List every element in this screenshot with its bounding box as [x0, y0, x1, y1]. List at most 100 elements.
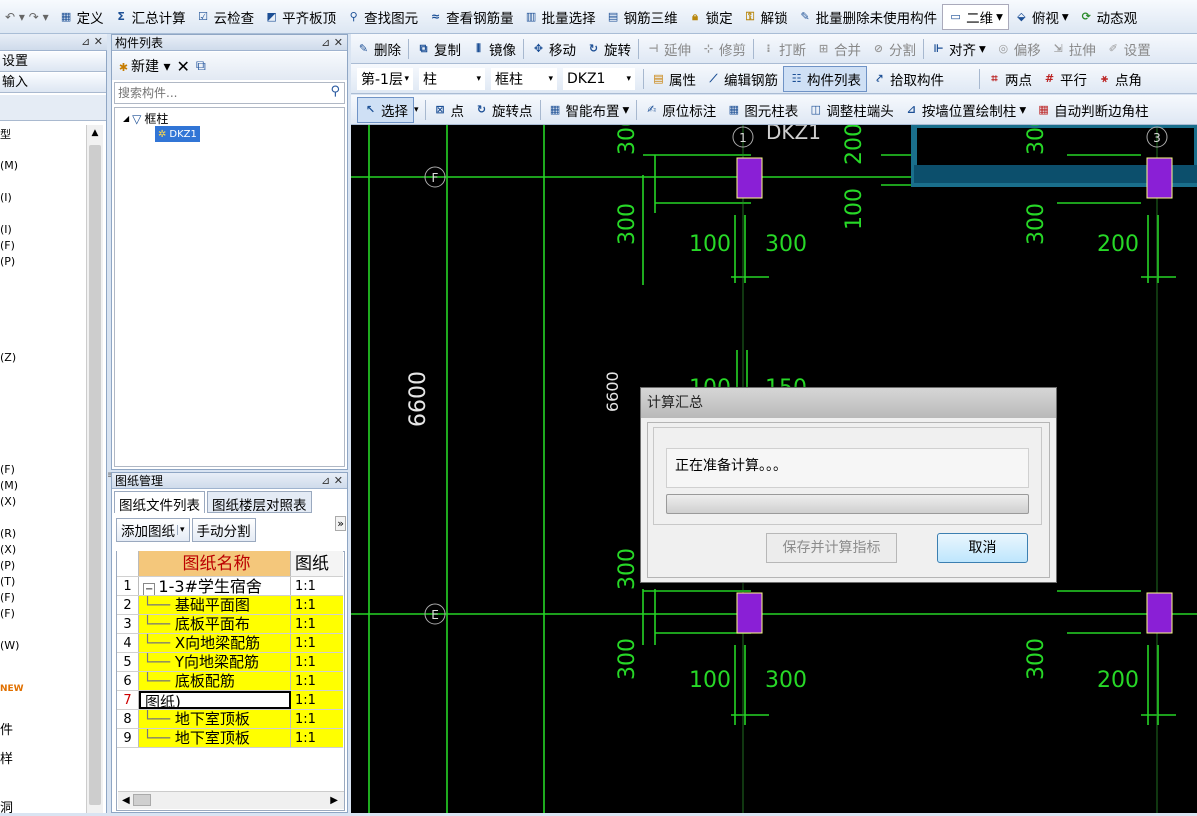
- point-angle-button[interactable]: ⚹ 点角: [1092, 66, 1147, 92]
- add-drawing-button[interactable]: 添加图纸 ▾: [116, 518, 190, 542]
- dropdown-arrow-icon[interactable]: ▾: [177, 525, 185, 535]
- left-panel-controls[interactable]: ⊿ ✕: [81, 34, 103, 50]
- column-table-button[interactable]: ▦ 图元柱表: [721, 97, 803, 123]
- type-select[interactable]: 柱 ▾: [419, 67, 485, 90]
- copy-button[interactable]: ⧉ 复制: [411, 36, 466, 62]
- col-header-name[interactable]: 图纸名称: [139, 551, 291, 576]
- manual-split-button[interactable]: 手动分割: [191, 518, 256, 542]
- collapse-box-icon[interactable]: −: [143, 583, 156, 595]
- col-header-page[interactable]: 图纸: [291, 551, 343, 576]
- delete-button[interactable]: ✎ 删除: [351, 36, 406, 62]
- tree-label[interactable]: (R): [0, 527, 16, 540]
- split-button[interactable]: ⊘ 分割: [866, 36, 921, 62]
- more-tools-icon[interactable]: »: [335, 516, 346, 531]
- search-icon[interactable]: ⚲: [330, 84, 340, 99]
- align-slab-top-button[interactable]: ◩ 平齐板顶: [259, 4, 341, 30]
- left-scrollbar[interactable]: ▲: [86, 125, 103, 813]
- select-dropdown-arrow[interactable]: ▾: [414, 105, 419, 115]
- table-row[interactable]: 1−1-3#学生宿舍 1:1: [117, 577, 343, 596]
- smart-layout-dropdown[interactable]: ▦ 智能布置 ▾: [543, 97, 635, 123]
- tree-label[interactable]: (P): [0, 559, 15, 572]
- top-view-dropdown[interactable]: ⬙ 俯视 ▾: [1009, 4, 1074, 30]
- save-calc-button[interactable]: 保存并计算指标: [766, 533, 897, 563]
- tree-label[interactable]: (I): [0, 191, 12, 204]
- tree-label[interactable]: 型: [0, 126, 11, 142]
- move-button[interactable]: ✥ 移动: [526, 36, 581, 62]
- tree-label[interactable]: 洞: [0, 797, 13, 816]
- new-component-button[interactable]: ✱ 新建 ▾: [116, 56, 171, 76]
- select-button[interactable]: ↖ 选择: [357, 96, 414, 123]
- tree-label[interactable]: (F): [0, 591, 15, 604]
- settings-button[interactable]: ✐ 设置: [1101, 36, 1156, 62]
- tree-label[interactable]: (T): [0, 575, 15, 588]
- tree-label[interactable]: (X): [0, 543, 16, 556]
- tree-node-dkz1[interactable]: ✲ DKZ1: [155, 126, 200, 142]
- summary-calc-button[interactable]: Σ 汇总计算: [109, 4, 191, 30]
- cad-canvas[interactable]: 1 3 F E DKZ1 100 300 200 100 300 200 100…: [351, 125, 1197, 813]
- tree-label[interactable]: (F): [0, 463, 15, 476]
- tab-drawing-floor-map[interactable]: 图纸楼层对照表: [207, 491, 312, 514]
- unlock-button[interactable]: ⚿ 解锁: [738, 4, 793, 30]
- rebar-3d-button[interactable]: ▤ 钢筋三维: [601, 4, 683, 30]
- tree-label[interactable]: (X): [0, 495, 16, 508]
- tree-node-framecol[interactable]: ◢ ▽ 框柱: [123, 110, 168, 127]
- table-row[interactable]: 8 └── 地下室顶板 1:1: [117, 710, 343, 729]
- scroll-thumb[interactable]: [89, 145, 101, 805]
- table-row[interactable]: 9 └── 地下室顶板 1:1: [117, 729, 343, 748]
- dynamic-view-button[interactable]: ⟳ 动态观: [1074, 4, 1143, 30]
- copy-icon[interactable]: ⧉: [196, 58, 206, 74]
- parallel-button[interactable]: # 平行: [1037, 66, 1092, 92]
- in-place-annotation-button[interactable]: ✍ 原位标注: [639, 97, 721, 123]
- tree-label[interactable]: (Z): [0, 351, 16, 364]
- table-row[interactable]: 3 └── 底板平面布 1:1: [117, 615, 343, 634]
- stretch-button[interactable]: ⇲ 拉伸: [1046, 36, 1101, 62]
- tree-label[interactable]: (F): [0, 239, 15, 252]
- tab-drawing-file-list[interactable]: 图纸文件列表: [114, 491, 205, 514]
- tree-label[interactable]: (M): [0, 479, 18, 492]
- panel-pin-close[interactable]: ⊿ ✕: [321, 35, 343, 51]
- table-row[interactable]: 2 └── 基础平面图 1:1: [117, 596, 343, 615]
- tree-label[interactable]: (F): [0, 607, 15, 620]
- hscroll-thumb[interactable]: [132, 794, 151, 806]
- properties-button[interactable]: ▤ 属性: [646, 66, 701, 92]
- dialog-title[interactable]: 计算汇总: [641, 388, 1056, 418]
- mirror-button[interactable]: ⫴ 镜像: [466, 36, 521, 62]
- cloud-check-button[interactable]: ☑ 云检查: [191, 4, 260, 30]
- collapse-icon[interactable]: ◢: [123, 114, 129, 123]
- settings-row[interactable]: 设置: [0, 52, 106, 72]
- view-2d-dropdown[interactable]: ▭ 二维 ▾: [942, 3, 1009, 30]
- floor-select[interactable]: 第-1层 ▾: [357, 67, 413, 90]
- auto-corner-column-button[interactable]: ▦ 自动判断边角柱: [1031, 97, 1154, 123]
- table-row-editing[interactable]: 7 图纸) 1:1: [117, 691, 343, 710]
- offset-button[interactable]: ◎ 偏移: [991, 36, 1046, 62]
- adjust-column-end-button[interactable]: ◫ 调整柱端头: [803, 97, 899, 123]
- tree-label[interactable]: (I): [0, 223, 12, 236]
- draw-by-wall-button[interactable]: ⊿ 按墙位置绘制柱 ▾: [899, 97, 1031, 123]
- scroll-up-arrow[interactable]: ▲: [87, 125, 103, 142]
- align-dropdown[interactable]: ⊩ 对齐 ▾: [926, 36, 991, 62]
- batch-select-button[interactable]: ▥ 批量选择: [519, 4, 601, 30]
- component-list-toggle[interactable]: ☷ 构件列表: [783, 65, 867, 92]
- table-row[interactable]: 4 └── X向地梁配筋 1:1: [117, 634, 343, 653]
- lock-button[interactable]: 🔒︎ 锁定: [683, 4, 738, 30]
- view-rebar-button[interactable]: ≈ 查看钢筋量: [423, 4, 519, 30]
- tree-label[interactable]: (W): [0, 639, 19, 652]
- trim-button[interactable]: ⊹ 修剪: [696, 36, 751, 62]
- merge-button[interactable]: ⊞ 合并: [811, 36, 866, 62]
- delete-icon[interactable]: ✕: [176, 57, 189, 76]
- tree-label[interactable]: 件: [0, 719, 13, 738]
- subtype-select[interactable]: 框柱 ▾: [491, 67, 557, 90]
- define-button[interactable]: ▦ 定义: [54, 4, 109, 30]
- scroll-right-arrow[interactable]: ▶: [330, 792, 344, 810]
- batch-delete-unused-button[interactable]: ✎ 批量删除未使用构件: [793, 4, 943, 30]
- edit-rebar-button[interactable]: ⟋ 编辑钢筋: [701, 66, 783, 92]
- point-button[interactable]: ⊠ 点: [428, 97, 470, 123]
- tree-label[interactable]: 样: [0, 748, 13, 767]
- table-row[interactable]: 6 └── 底板配筋 1:1: [117, 672, 343, 691]
- horizontal-scrollbar[interactable]: ◀ ▶: [118, 791, 344, 809]
- tree-label[interactable]: (P): [0, 255, 15, 268]
- pick-component-button[interactable]: ⤤ 拾取构件: [867, 66, 949, 92]
- component-search-input[interactable]: [115, 83, 320, 103]
- two-point-button[interactable]: ⌗ 两点: [982, 66, 1037, 92]
- rotate-button[interactable]: ↻ 旋转: [581, 36, 636, 62]
